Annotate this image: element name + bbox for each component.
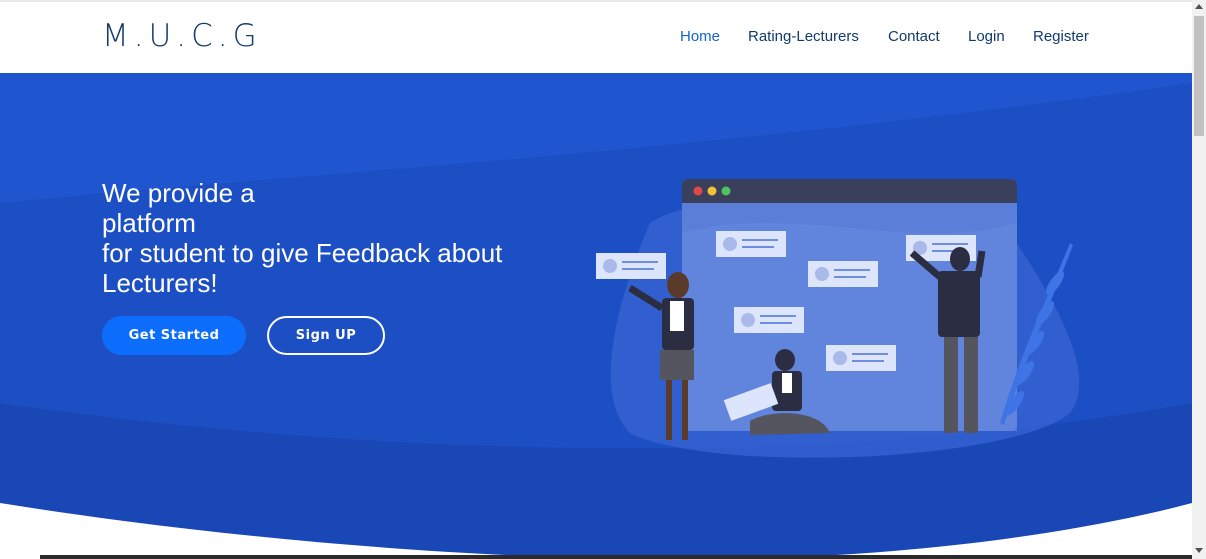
site-header: M.U.C.G Home Rating-Lecturers Contact Lo… <box>0 2 1192 73</box>
nav-home[interactable]: Home <box>680 28 720 45</box>
page-scrollbar[interactable] <box>1192 0 1206 559</box>
headline-line-4: Lecturers! <box>102 268 218 298</box>
scroll-up-arrow-icon[interactable] <box>1195 4 1203 9</box>
bottom-strip <box>40 555 1192 559</box>
nav-register[interactable]: Register <box>1033 28 1089 45</box>
scroll-down-arrow-icon[interactable] <box>1195 548 1203 553</box>
nav-contact[interactable]: Contact <box>888 28 940 45</box>
headline-line-1: We provide a <box>102 178 255 208</box>
headline-line-3: for student to give Feedback about <box>102 238 503 268</box>
scroll-thumb[interactable] <box>1194 16 1204 136</box>
feedback-illustration <box>596 179 1080 458</box>
headline-line-2: platform <box>102 208 196 238</box>
nav-rating-lecturers[interactable]: Rating-Lecturers <box>748 28 859 45</box>
hero-section: We provide a platform for student to giv… <box>0 73 1192 559</box>
sign-up-button[interactable]: Sign UP <box>267 316 385 355</box>
hero-headline: We provide a platform for student to giv… <box>102 178 562 298</box>
nav-login[interactable]: Login <box>968 28 1005 45</box>
get-started-button[interactable]: Get Started <box>102 316 246 355</box>
main-nav: Home Rating-Lecturers Contact Login Regi… <box>0 28 1192 48</box>
